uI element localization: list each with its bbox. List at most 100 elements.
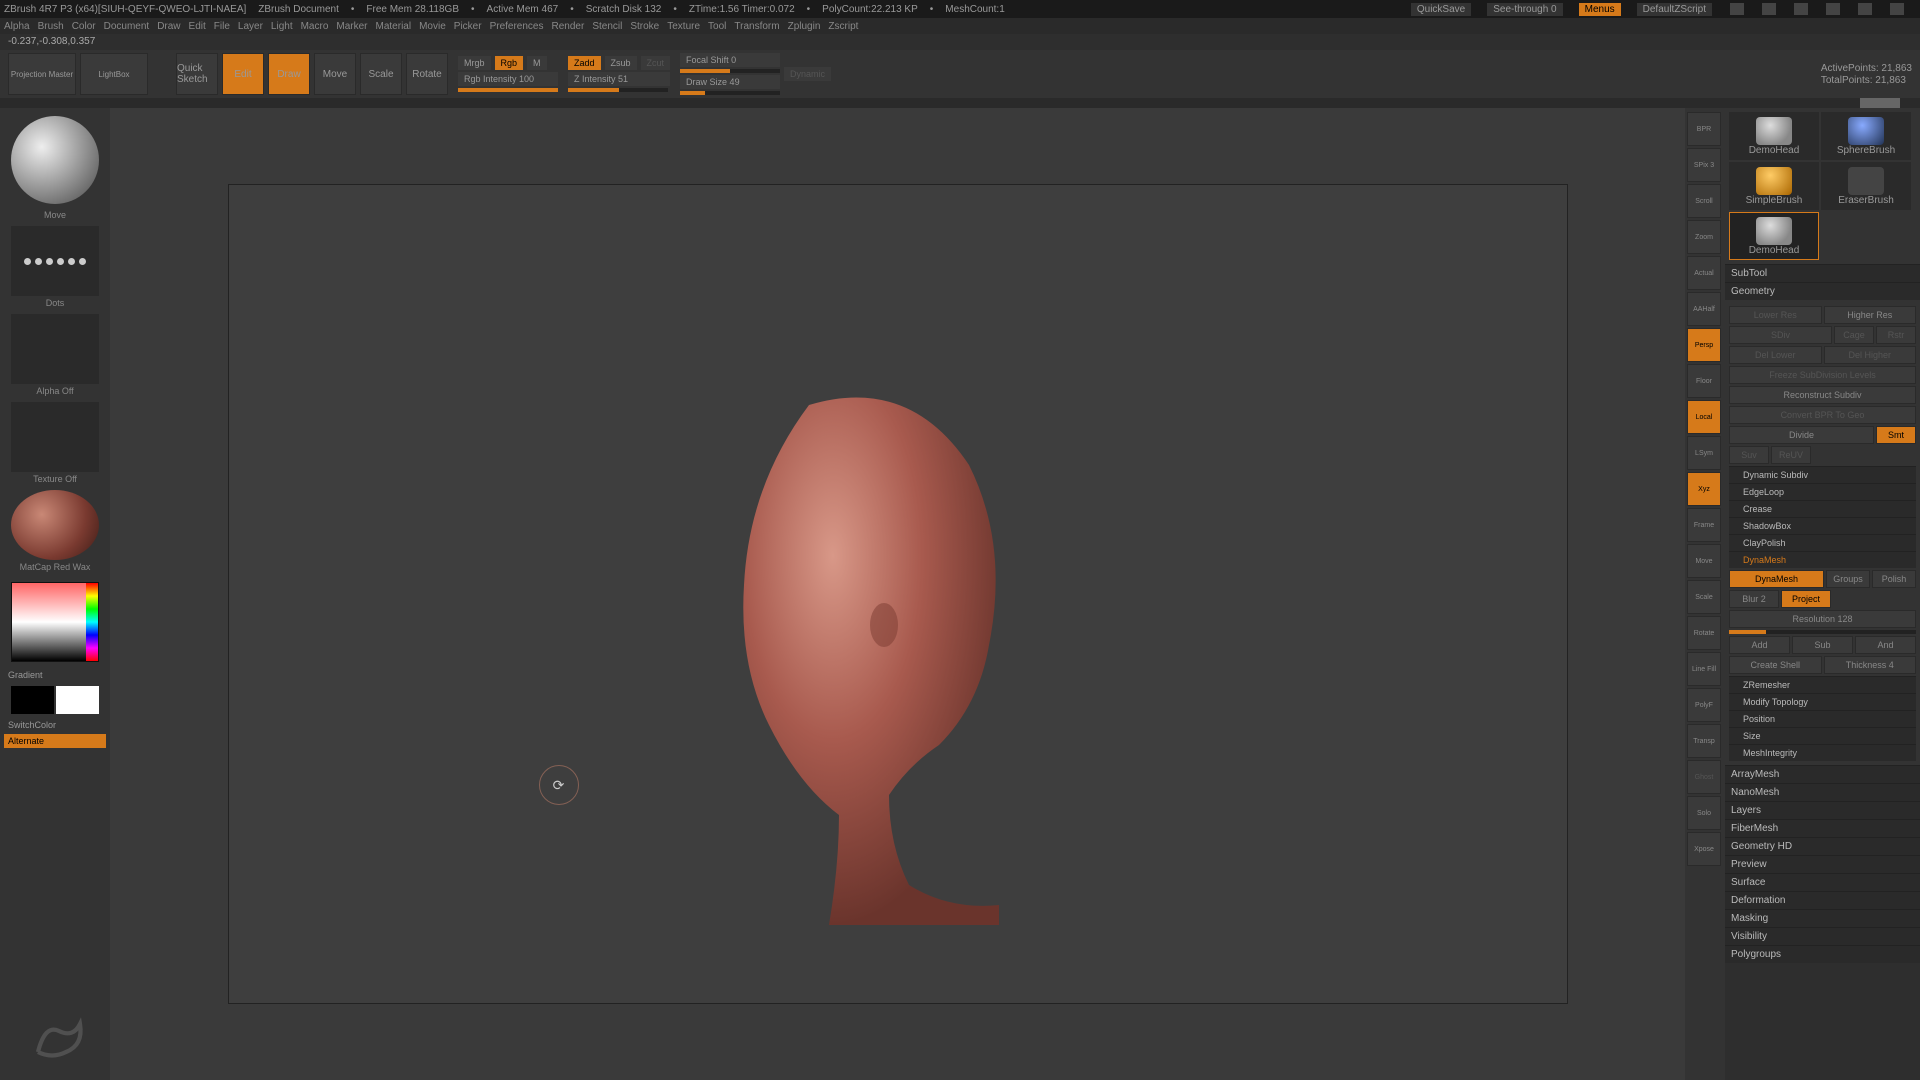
divide-button[interactable]: Divide xyxy=(1729,426,1874,444)
modify-topology-section[interactable]: Modify Topology xyxy=(1729,693,1916,710)
floor-button[interactable]: Floor xyxy=(1687,364,1721,398)
thickness-slider[interactable]: Thickness 4 xyxy=(1824,656,1917,674)
dock-icon[interactable] xyxy=(1794,3,1808,15)
focal-shift-slider[interactable]: Focal Shift 0 xyxy=(680,53,780,67)
solo-button[interactable]: Solo xyxy=(1687,796,1721,830)
polyf-button[interactable]: PolyF xyxy=(1687,688,1721,722)
menu-movie[interactable]: Movie xyxy=(419,21,446,32)
dock-icon[interactable] xyxy=(1730,3,1744,15)
shadowbox-section[interactable]: ShadowBox xyxy=(1729,517,1916,534)
draw-size-slider[interactable]: Draw Size 49 xyxy=(680,75,780,89)
menu-alpha[interactable]: Alpha xyxy=(4,21,30,32)
blur-slider[interactable]: Blur 2 xyxy=(1729,590,1779,608)
spix-button[interactable]: SPix 3 xyxy=(1687,148,1721,182)
geometry-section[interactable]: Geometry xyxy=(1725,282,1920,300)
frame-button[interactable]: Frame xyxy=(1687,508,1721,542)
menu-material[interactable]: Material xyxy=(376,21,412,32)
menu-file[interactable]: File xyxy=(214,21,230,32)
color-picker[interactable] xyxy=(11,582,99,662)
mrgb-toggle[interactable]: Mrgb xyxy=(458,56,491,70)
menu-marker[interactable]: Marker xyxy=(336,21,367,32)
suv-button[interactable]: Suv xyxy=(1729,446,1769,464)
xyz-button[interactable]: Xyz xyxy=(1687,472,1721,506)
geometry-hd-section[interactable]: Geometry HD xyxy=(1725,837,1920,855)
tool-thumb-eraserbrush[interactable]: EraserBrush xyxy=(1821,162,1911,210)
resolution-slider[interactable]: Resolution 128 xyxy=(1729,610,1916,628)
menu-document[interactable]: Document xyxy=(104,21,150,32)
zcut-toggle[interactable]: Zcut xyxy=(641,56,671,70)
menu-light[interactable]: Light xyxy=(271,21,293,32)
texture-thumbnail[interactable] xyxy=(11,402,99,472)
menu-color[interactable]: Color xyxy=(72,21,96,32)
seethrough-slider[interactable]: See-through 0 xyxy=(1487,3,1562,16)
draw-button[interactable]: Draw xyxy=(268,53,310,95)
reconstruct-subdiv-button[interactable]: Reconstruct Subdiv xyxy=(1729,386,1916,404)
subtool-section[interactable]: SubTool xyxy=(1725,264,1920,282)
material-thumbnail[interactable] xyxy=(11,490,99,560)
convert-bpr-button[interactable]: Convert BPR To Geo xyxy=(1729,406,1916,424)
primary-color-swatch[interactable] xyxy=(56,686,99,714)
local-button[interactable]: Local xyxy=(1687,400,1721,434)
menu-stencil[interactable]: Stencil xyxy=(592,21,622,32)
zsub-toggle[interactable]: Zsub xyxy=(605,56,637,70)
document-canvas[interactable] xyxy=(228,184,1568,1004)
menu-picker[interactable]: Picker xyxy=(454,21,482,32)
switch-color-button[interactable]: SwitchColor xyxy=(4,718,106,732)
smt-button[interactable]: Smt xyxy=(1876,426,1916,444)
minimize-icon[interactable] xyxy=(1826,3,1840,15)
linefill-button[interactable]: Line Fill xyxy=(1687,652,1721,686)
masking-section[interactable]: Masking xyxy=(1725,909,1920,927)
scale-nav-button[interactable]: Scale xyxy=(1687,580,1721,614)
close-icon[interactable] xyxy=(1890,3,1904,15)
gradient-toggle[interactable]: Gradient xyxy=(4,668,106,682)
sdiv-slider[interactable]: SDiv xyxy=(1729,326,1832,344)
edgeloop-section[interactable]: EdgeLoop xyxy=(1729,483,1916,500)
alpha-thumbnail[interactable] xyxy=(11,314,99,384)
scroll-button[interactable]: Scroll xyxy=(1687,184,1721,218)
size-section[interactable]: Size xyxy=(1729,727,1916,744)
sub-button[interactable]: Sub xyxy=(1792,636,1853,654)
higher-res-button[interactable]: Higher Res xyxy=(1824,306,1917,324)
actual-button[interactable]: Actual xyxy=(1687,256,1721,290)
menu-zscript[interactable]: Zscript xyxy=(828,21,858,32)
menu-zplugin[interactable]: Zplugin xyxy=(788,21,821,32)
surface-section[interactable]: Surface xyxy=(1725,873,1920,891)
add-button[interactable]: Add xyxy=(1729,636,1790,654)
brush-thumbnail[interactable] xyxy=(11,116,99,204)
zadd-toggle[interactable]: Zadd xyxy=(568,56,601,70)
menu-layer[interactable]: Layer xyxy=(238,21,263,32)
scale-button[interactable]: Scale xyxy=(360,53,402,95)
transp-button[interactable]: Transp xyxy=(1687,724,1721,758)
tool-thumb-simplebrush[interactable]: SimpleBrush xyxy=(1729,162,1819,210)
tool-thumb-spherebrush[interactable]: SphereBrush xyxy=(1821,112,1911,160)
lightbox-button[interactable]: LightBox xyxy=(80,53,148,95)
move-nav-button[interactable]: Move xyxy=(1687,544,1721,578)
project-button[interactable]: Project xyxy=(1781,590,1831,608)
tool-thumb-demohead[interactable]: DemoHead xyxy=(1729,112,1819,160)
crease-section[interactable]: Crease xyxy=(1729,500,1916,517)
top-shelf-scrollbar[interactable] xyxy=(0,98,1920,108)
menu-render[interactable]: Render xyxy=(552,21,585,32)
visibility-section[interactable]: Visibility xyxy=(1725,927,1920,945)
xpose-button[interactable]: Xpose xyxy=(1687,832,1721,866)
del-lower-button[interactable]: Del Lower xyxy=(1729,346,1822,364)
rgb-toggle[interactable]: Rgb xyxy=(495,56,524,70)
persp-button[interactable]: Persp xyxy=(1687,328,1721,362)
preview-section[interactable]: Preview xyxy=(1725,855,1920,873)
dynamesh-button[interactable]: DynaMesh xyxy=(1729,570,1824,588)
dynamic-toggle[interactable]: Dynamic xyxy=(784,67,831,81)
groups-button[interactable]: Groups xyxy=(1826,570,1870,588)
polygroups-section[interactable]: Polygroups xyxy=(1725,945,1920,963)
menus-button[interactable]: Menus xyxy=(1579,3,1621,16)
menu-brush[interactable]: Brush xyxy=(38,21,64,32)
cage-button[interactable]: Cage xyxy=(1834,326,1874,344)
lsym-button[interactable]: LSym xyxy=(1687,436,1721,470)
menu-macro[interactable]: Macro xyxy=(301,21,329,32)
layers-section[interactable]: Layers xyxy=(1725,801,1920,819)
arraymesh-section[interactable]: ArrayMesh xyxy=(1725,765,1920,783)
fibermesh-section[interactable]: FiberMesh xyxy=(1725,819,1920,837)
lower-res-button[interactable]: Lower Res xyxy=(1729,306,1822,324)
dock-icon[interactable] xyxy=(1762,3,1776,15)
menu-stroke[interactable]: Stroke xyxy=(630,21,659,32)
bpr-button[interactable]: BPR xyxy=(1687,112,1721,146)
